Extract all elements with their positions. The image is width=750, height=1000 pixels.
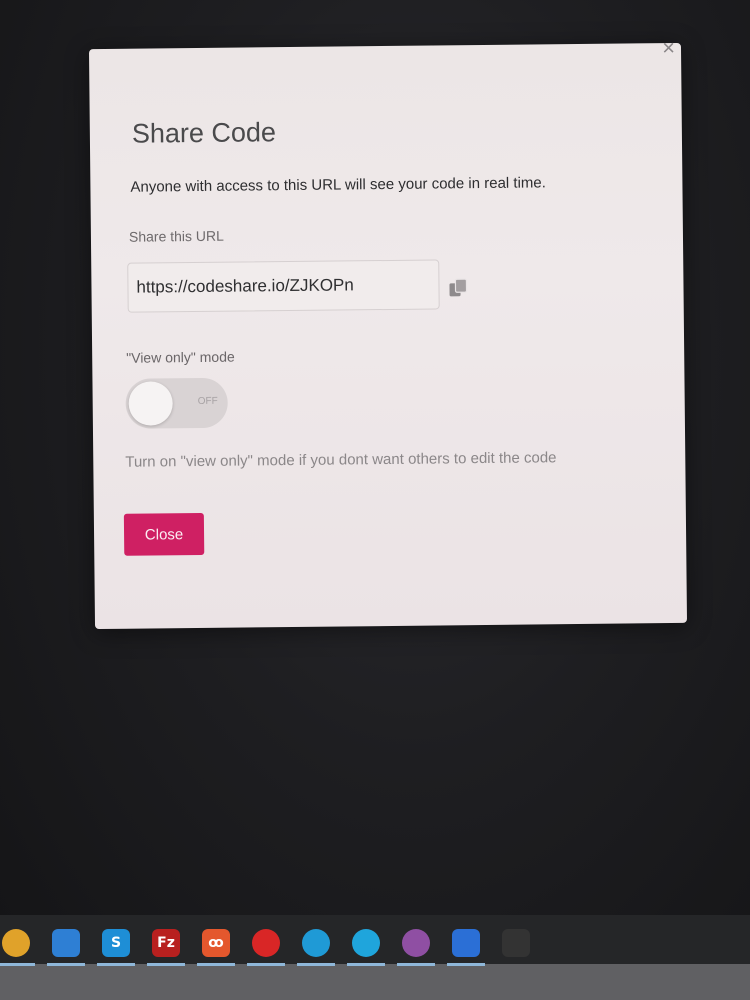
taskbar-reflection [0,964,750,1000]
teamviewer-icon[interactable] [452,929,480,957]
dialog-title: Share Code [131,117,277,149]
red-app-icon[interactable] [252,929,280,957]
copy-icon[interactable] [447,277,469,299]
github-desktop-icon[interactable] [402,929,430,957]
blue-app-icon[interactable] [352,929,380,957]
toggle-state-text: OFF [197,395,218,407]
view-only-label: "View only" mode [126,348,235,366]
vscode-icon[interactable] [52,929,80,957]
share-code-dialog: × Share Code Anyone with access to this … [88,35,688,630]
taskbar-active-indicator [447,963,485,966]
view-only-hint: Turn on "view only" mode if you dont wan… [125,449,557,471]
taskbar-active-indicator [147,963,185,966]
filezilla-icon[interactable]: Fz [152,929,180,957]
taskbar-active-indicator [247,963,285,966]
chrome-icon[interactable] [2,929,30,957]
taskbar-active-indicator [197,963,235,966]
taskbar-active-indicator [47,963,85,966]
share-url-value[interactable]: https://codeshare.io/ZJKOPn [136,275,354,297]
edge-icon[interactable] [302,929,330,957]
taskbar-active-indicator [0,963,35,966]
close-button[interactable]: Close [123,512,205,556]
close-icon[interactable]: × [662,35,675,60]
taskbar-active-indicator [347,963,385,966]
share-url-label: Share this URL [128,227,224,245]
taskbar-active-indicator [397,963,435,966]
skype-icon[interactable]: S [102,929,130,957]
xampp-icon[interactable]: ꝏ [202,929,230,957]
toggle-knob[interactable] [128,381,173,426]
terminal-icon[interactable] [502,929,530,957]
desktop-background: × Share Code Anyone with access to this … [0,0,750,1000]
view-only-toggle[interactable]: OFF [125,377,228,429]
share-url-field[interactable]: https://codeshare.io/ZJKOPn [127,259,440,313]
dialog-description: Anyone with access to this URL will see … [130,174,546,196]
taskbar-active-indicator [97,963,135,966]
taskbar-active-indicator [297,963,335,966]
